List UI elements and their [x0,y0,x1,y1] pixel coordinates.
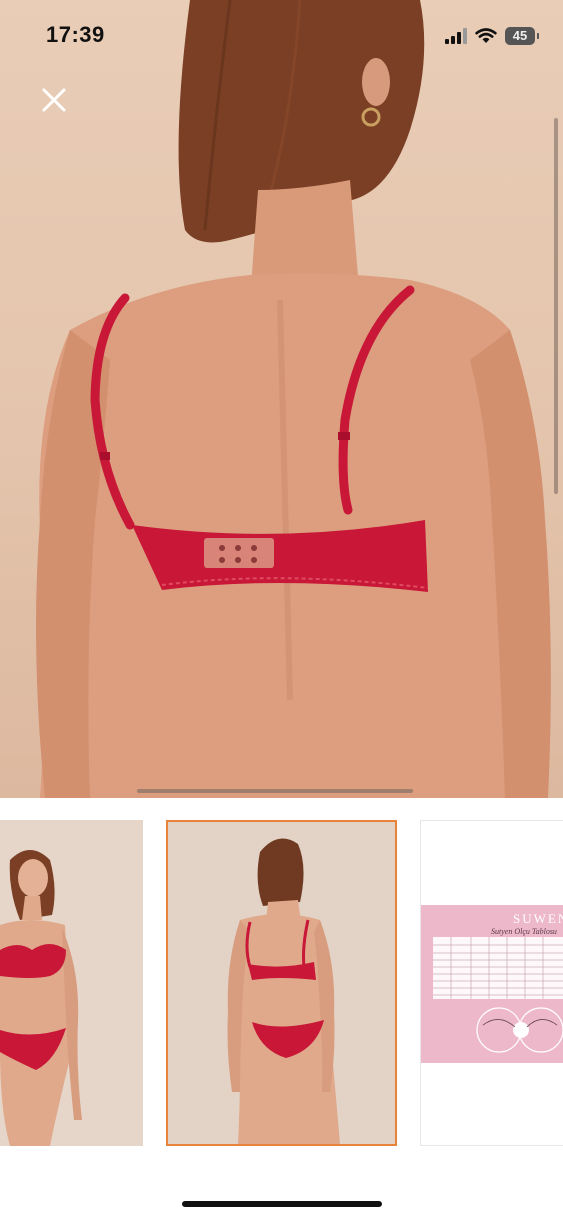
close-icon [42,88,66,112]
gallery-page-indicator [137,789,413,793]
cellular-signal-icon [445,28,467,44]
size-chart-card: SUWEN Sutyen Olçu Tablosu [421,905,563,1063]
size-chart-table-graphic [433,937,563,1053]
status-bar: 17:39 45 [0,0,563,70]
model-back-view-illustration [36,0,551,798]
status-time: 17:39 [46,22,105,47]
main-product-photo[interactable] [0,0,563,798]
thumbnail-strip: SUWEN Sutyen Olçu Tablosu [0,798,563,1178]
front-view-image [0,850,82,1146]
wifi-icon [475,28,497,43]
home-indicator[interactable] [182,1201,382,1207]
back-view-image [227,838,340,1144]
thumbnail-size-chart[interactable]: SUWEN Sutyen Olçu Tablosu [420,820,563,1146]
battery-icon: 45 [505,27,539,45]
status-icons: 45 [445,24,539,48]
vertical-scroll-indicator [554,118,558,494]
battery-level: 45 [512,28,528,43]
thumbnail-back-view[interactable] [166,820,397,1146]
thumbnail-front-view[interactable] [0,820,143,1146]
close-button[interactable] [38,84,70,116]
